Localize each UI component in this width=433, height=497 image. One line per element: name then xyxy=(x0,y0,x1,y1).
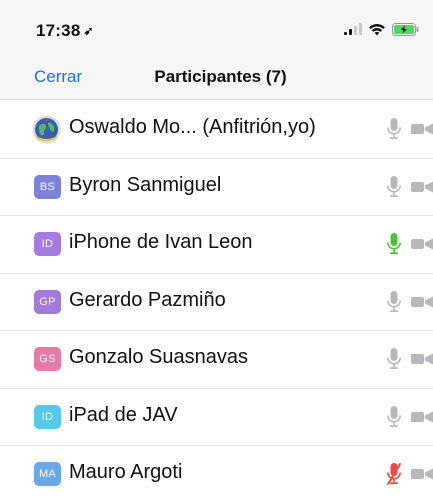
avatar: GS xyxy=(34,347,61,371)
video-camera-icon[interactable] xyxy=(411,179,433,195)
video-camera-icon[interactable] xyxy=(411,236,433,252)
nav-bar: Cerrar Participantes (7) xyxy=(0,58,433,100)
video-camera-icon[interactable] xyxy=(411,351,433,367)
participant-row[interactable]: MA Mauro Argoti xyxy=(0,446,433,497)
video-camera-icon[interactable] xyxy=(411,466,433,482)
microphone-off-icon[interactable] xyxy=(386,462,402,486)
location-icon: ➶ xyxy=(83,24,94,38)
avatar: GP xyxy=(34,289,61,314)
participant-name: iPhone de Ivan Leon xyxy=(69,231,253,253)
video-camera-icon[interactable] xyxy=(411,294,433,310)
participant-name: iPad de JAV xyxy=(69,403,178,426)
avatar: MA xyxy=(34,462,61,486)
microphone-icon[interactable] xyxy=(386,405,402,429)
participant-row[interactable]: GS Gonzalo Suasnavas xyxy=(0,331,433,389)
participant-row[interactable]: BS Byron Sanmiguel xyxy=(0,159,433,216)
microphone-icon[interactable] xyxy=(386,175,402,199)
participant-name: Gerardo Pazmiño xyxy=(69,288,226,311)
avatar: ID xyxy=(34,232,61,256)
participant-row[interactable]: ID iPhone de Ivan Leon xyxy=(0,216,433,274)
participant-row[interactable]: Oswaldo Mo... (Anfitrión,yo) xyxy=(0,101,433,159)
status-icons xyxy=(344,22,419,36)
microphone-icon[interactable] xyxy=(386,290,402,314)
battery-charging-icon xyxy=(392,22,419,36)
status-time: 17:38 ➶ xyxy=(36,21,94,41)
status-bar: 17:38 ➶ xyxy=(0,0,433,58)
video-camera-icon[interactable] xyxy=(411,409,433,425)
microphone-icon[interactable] xyxy=(386,232,402,256)
microphone-icon[interactable] xyxy=(386,117,402,141)
participant-list: Oswaldo Mo... (Anfitrión,yo) BS Byron Sa… xyxy=(0,101,433,497)
avatar: ID xyxy=(34,404,61,429)
participant-row[interactable]: GP Gerardo Pazmiño xyxy=(0,274,433,331)
participant-name: Byron Sanmiguel xyxy=(69,173,222,196)
video-camera-icon[interactable] xyxy=(411,121,433,137)
globe-avatar-icon xyxy=(32,115,61,144)
participant-name: Mauro Argoti xyxy=(69,461,183,483)
wifi-icon xyxy=(369,23,385,35)
microphone-icon[interactable] xyxy=(386,347,402,371)
participant-row[interactable]: ID iPad de JAV xyxy=(0,389,433,446)
clock-text: 17:38 xyxy=(36,21,81,40)
page-title: Participantes (7) xyxy=(154,67,287,86)
participant-name: Oswaldo Mo... (Anfitrión,yo) xyxy=(69,116,316,138)
signal-icon xyxy=(344,23,362,35)
avatar: BS xyxy=(34,174,61,199)
participant-name: Gonzalo Suasnavas xyxy=(69,346,249,368)
